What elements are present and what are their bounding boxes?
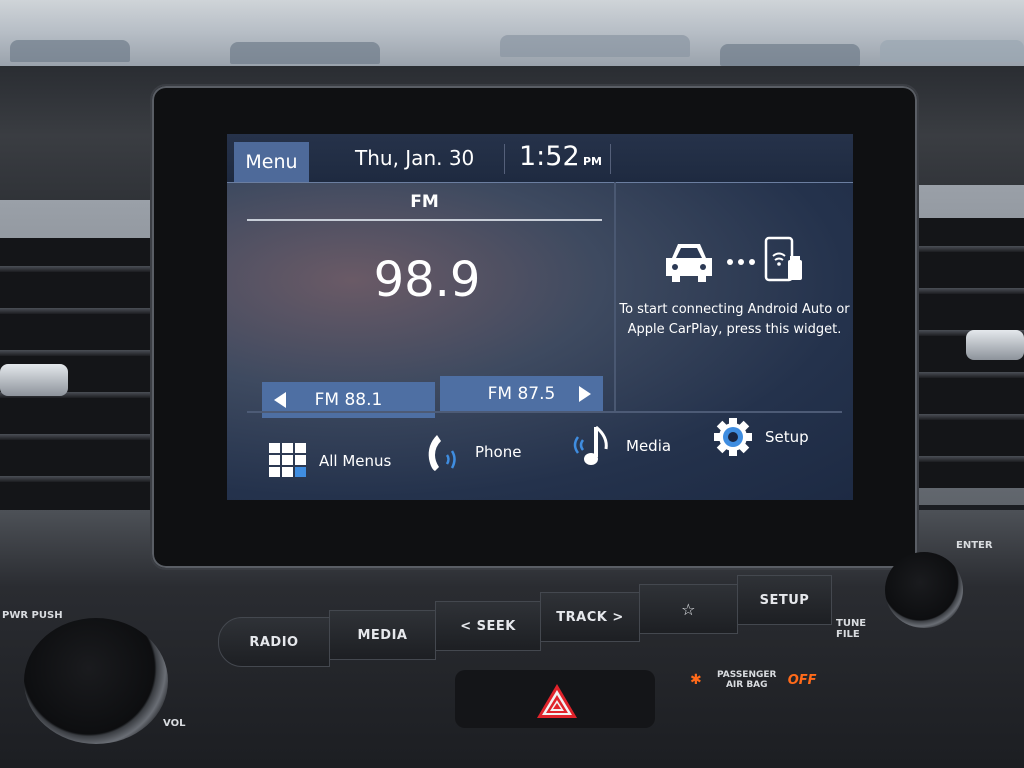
favorite-hardware-button[interactable]: ☆: [639, 584, 738, 634]
clock-ampm: PM: [583, 155, 603, 168]
nav-label: All Menus: [319, 452, 392, 470]
dots-icon: [727, 259, 755, 265]
band-label: FM: [410, 192, 439, 212]
grid-icon: [269, 443, 306, 477]
gear-icon: [714, 418, 752, 456]
radio-hardware-button[interactable]: RADIO: [218, 617, 330, 667]
carplay-instructions: To start connecting Android Auto or Appl…: [619, 302, 850, 337]
setup-hardware-button[interactable]: SETUP: [737, 575, 832, 625]
nav-label: Setup: [765, 428, 809, 446]
arrow-left-icon: [274, 392, 286, 408]
preset-label: FM 87.5: [487, 384, 556, 404]
phone-icon: [428, 435, 456, 471]
status-bar: Menu Thu, Jan. 30 1:52 PM: [227, 134, 853, 183]
nav-media[interactable]: Media: [570, 423, 671, 469]
volume-power-knob[interactable]: [24, 618, 168, 744]
enter-label: ENTER: [956, 540, 993, 551]
nav-label: Media: [626, 437, 672, 455]
hazard-triangle-icon: [537, 684, 577, 718]
nav-setup[interactable]: Setup: [713, 417, 809, 457]
airbag-label: PASSENGER AIR BAG: [717, 670, 777, 690]
left-vent-adjuster[interactable]: [0, 364, 68, 396]
volume-label: VOL: [163, 718, 186, 729]
seek-back-hardware-button[interactable]: < SEEK: [435, 601, 541, 651]
nav-all-menus[interactable]: All Menus: [269, 443, 391, 479]
power-label: PWR PUSH: [2, 610, 63, 621]
music-note-icon: [573, 425, 608, 465]
car-icon: [666, 244, 712, 282]
infotainment-screen: Menu Thu, Jan. 30 1:52 PM FM 98.9 FM 88.…: [227, 134, 853, 500]
date-display: Thu, Jan. 30: [355, 146, 475, 170]
menu-button[interactable]: Menu: [234, 142, 309, 182]
airbag-icon: ✱: [690, 672, 702, 688]
current-frequency: 98.9: [373, 252, 481, 308]
passenger-airbag-indicator: ✱ PASSENGER AIR BAG OFF: [690, 670, 817, 690]
right-vent-adjuster[interactable]: [966, 330, 1024, 360]
radio-widget[interactable]: FM 98.9 FM 88.1 FM 87.5: [227, 182, 614, 418]
clock-time: 1:52: [519, 141, 580, 172]
nav-phone[interactable]: Phone: [425, 431, 521, 473]
track-forward-hardware-button[interactable]: TRACK >: [540, 592, 640, 642]
airbag-status: OFF: [787, 672, 817, 688]
phone-wireless-usb-icon: [764, 236, 802, 282]
band-underline: [247, 219, 602, 221]
divider: [610, 144, 611, 174]
carplay-widget[interactable]: To start connecting Android Auto or Appl…: [616, 182, 853, 410]
car-dashboard: Menu Thu, Jan. 30 1:52 PM FM 98.9 FM 88.…: [0, 0, 1024, 768]
arrow-right-icon: [579, 386, 591, 402]
preset-next-button[interactable]: FM 87.5: [440, 376, 603, 412]
hazard-button[interactable]: [455, 670, 655, 728]
media-hardware-button[interactable]: MEDIA: [329, 610, 436, 660]
nav-label: Phone: [475, 443, 522, 461]
tune-enter-knob[interactable]: [885, 552, 963, 628]
preset-label: FM 88.1: [314, 390, 383, 410]
bottom-nav: All Menus Phone Media Setup: [227, 413, 853, 500]
tune-file-label: TUNE FILE: [836, 618, 867, 640]
divider: [504, 144, 505, 174]
